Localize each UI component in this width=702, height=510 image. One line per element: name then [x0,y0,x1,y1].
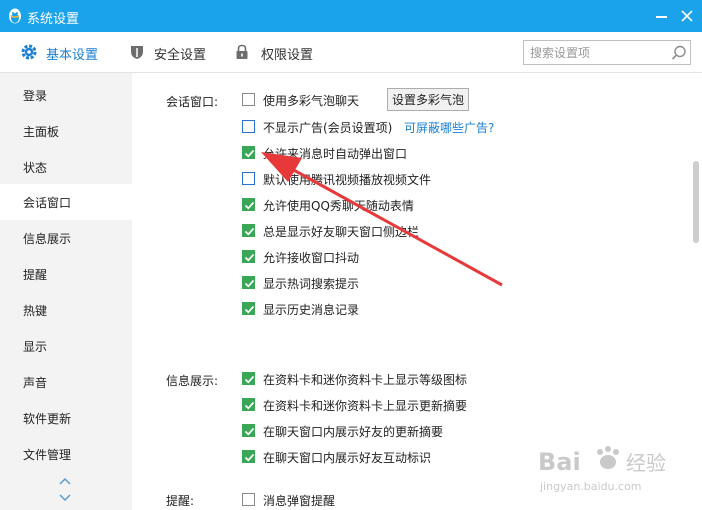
session-section-label: 会话窗口: [166,95,219,109]
sidebar-item-login[interactable]: 登录 [0,77,132,113]
check-icon [244,201,255,210]
check-icon [244,253,255,262]
sidebar-item-info-display[interactable]: 信息展示 [0,220,132,256]
checkbox[interactable] [242,120,255,133]
paw-icon [597,446,619,469]
baidu-jingyan-watermark: Bai 经验 jingyan.baidu.com [538,446,666,493]
sidebar-item-status[interactable]: 状态 [0,149,132,185]
checkbox[interactable] [242,493,255,506]
top-nav: 基本设置 安全设置 权限设置 [0,32,702,73]
option-label: 默认使用腾讯视频播放视频文件 [263,173,432,187]
set-colorful-bubble-button[interactable]: 设置多彩气泡 [387,88,469,111]
tab-security-settings[interactable]: 安全设置 [128,32,218,72]
close-icon [681,10,693,22]
sidebar-item-label: 提醒 [23,268,48,282]
option-label: 允许接收窗口抖动 [263,251,360,265]
sidebar: 登录 主面板 状态 会话窗口 信息展示 提醒 热键 显示 声音 软件更新 文件管… [0,73,132,510]
sidebar-item-label: 会话窗口 [23,196,72,210]
checkbox[interactable] [242,276,255,289]
option-label: 消息弹窗提醒 [263,494,336,508]
chevron-up-icon[interactable] [58,476,72,486]
shield-icon [131,46,143,59]
sidebar-item-label: 热键 [23,304,48,318]
option-label: 在聊天窗口内展示好友互动标识 [263,451,432,465]
sidebar-item-reminder[interactable]: 提醒 [0,256,132,292]
checkbox[interactable] [242,302,255,315]
sidebar-item-label: 信息展示 [23,232,72,246]
watermark-brand-suffix: 经验 [626,451,666,475]
check-icon [244,375,255,384]
check-icon [244,149,255,158]
content-scrollbar[interactable] [690,73,702,510]
sidebar-item-label: 状态 [23,161,48,175]
option-label: 总是显示好友聊天窗口侧边栏 [263,225,420,239]
option-label: 在资料卡和迷你资料卡上显示等级图标 [263,373,468,387]
check-icon [244,427,255,436]
info-section-label: 信息展示: [166,374,219,388]
check-icon [244,279,255,288]
tab-security-settings-label: 安全设置 [154,48,207,63]
minimize-icon [656,16,667,18]
option-label: 允许来消息时自动弹出窗口 [263,147,408,161]
tab-permission-settings[interactable]: 权限设置 [233,32,323,72]
tab-permission-settings-label: 权限设置 [261,48,314,63]
close-button[interactable] [672,0,702,32]
remind-section-label: 提醒: [166,494,195,508]
checkbox[interactable] [242,398,255,411]
checkbox[interactable] [242,450,255,463]
watermark-brand: Bai [538,448,581,476]
option-label: 允许使用QQ秀聊天随动表情 [263,199,414,213]
sidebar-item-label: 主面板 [23,125,60,139]
option-label: 在聊天窗口内展示好友的更新摘要 [263,425,444,439]
tab-basic-settings[interactable]: 基本设置 [20,32,110,72]
qq-penguin-icon [9,8,21,24]
checkbox[interactable] [242,250,255,263]
gear-icon [21,44,37,60]
sidebar-item-label: 文件管理 [23,448,72,462]
check-icon [244,305,255,314]
checkbox[interactable] [242,224,255,237]
sidebar-item-label: 软件更新 [23,412,72,426]
tab-basic-settings-label: 基本设置 [46,48,99,63]
checkbox[interactable] [242,372,255,385]
window-title: 系统设置 [27,12,80,27]
option-label: 显示历史消息记录 [263,303,360,317]
sidebar-item-software-update[interactable]: 软件更新 [0,400,132,436]
check-icon [244,401,255,410]
blockable-ads-link[interactable]: 可屏蔽哪些广告? [404,119,494,136]
search-input[interactable] [530,44,660,61]
option-label: 不显示广告(会员设置项) [263,121,393,135]
scrollbar-thumb[interactable] [693,161,699,243]
option-label: 在资料卡和迷你资料卡上显示更新摘要 [263,399,468,413]
option-label: 显示热词搜索提示 [263,277,360,291]
title-bar: 系统设置 [0,0,702,32]
option-label: 使用多彩气泡聊天 [263,94,360,108]
sidebar-item-display[interactable]: 显示 [0,328,132,364]
sidebar-item-label: 显示 [23,340,48,354]
sidebar-item-label: 声音 [23,376,48,390]
checkbox[interactable] [242,146,255,159]
sidebar-item-session-window[interactable]: 会话窗口 [0,184,132,220]
checkbox[interactable] [242,93,255,106]
sidebar-item-sound[interactable]: 声音 [0,364,132,400]
check-icon [244,453,255,462]
checkbox[interactable] [242,198,255,211]
search-icon[interactable] [670,44,688,62]
watermark-url: jingyan.baidu.com [539,480,642,493]
search-box [523,40,691,65]
checkbox[interactable] [242,172,255,185]
sidebar-item-main-panel[interactable]: 主面板 [0,113,132,149]
sidebar-item-label: 登录 [23,89,48,103]
sidebar-item-file-management[interactable]: 文件管理 [0,436,132,472]
sidebar-item-hotkeys[interactable]: 热键 [0,292,132,328]
check-icon [244,227,255,236]
chevron-down-icon[interactable] [58,493,72,503]
checkbox[interactable] [242,424,255,437]
lock-icon [236,44,248,59]
